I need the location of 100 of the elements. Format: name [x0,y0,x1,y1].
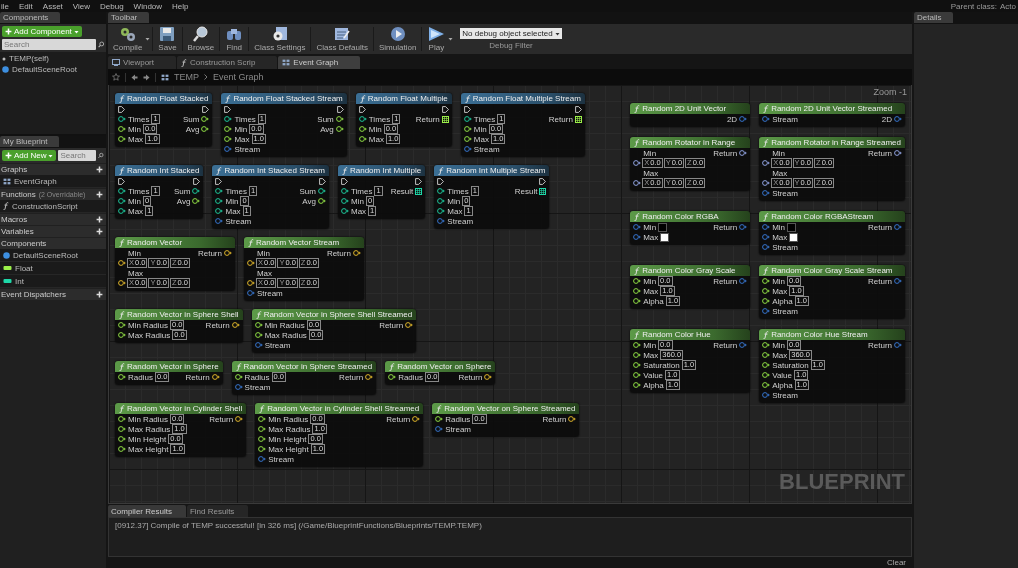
pin-icon[interactable] [211,374,220,380]
color-swatch[interactable] [787,222,797,232]
pin-icon[interactable] [762,362,771,368]
toolbar-button[interactable]: Browse [184,24,218,54]
menu-item[interactable]: View [72,1,91,11]
pin-icon[interactable] [365,374,374,380]
pin-icon[interactable] [358,126,367,132]
pin-icon[interactable] [234,374,243,380]
section-header[interactable]: Graphs [0,164,106,175]
pin-icon[interactable] [437,198,446,204]
panel-tab[interactable]: Details [914,12,954,23]
exec-pin-icon[interactable] [336,106,344,113]
exec-pin-icon[interactable] [358,106,366,113]
pin-icon[interactable] [118,416,126,422]
pin-icon[interactable] [358,116,367,122]
pin-icon[interactable] [254,332,263,338]
menu-item[interactable]: Debug [100,1,124,11]
pin-icon[interactable] [258,446,267,452]
pin-icon[interactable] [352,250,361,256]
pin-icon[interactable] [258,416,267,422]
exec-pin-icon[interactable] [202,106,210,113]
results-tab[interactable]: Compiler Results [108,505,186,517]
pin-icon[interactable] [437,188,446,194]
pin-icon[interactable] [258,436,267,442]
panel-tab[interactable]: Components [0,12,61,23]
exec-pin-icon[interactable] [224,106,232,113]
results-tab[interactable]: Find Results [186,505,249,517]
pin-icon[interactable] [633,159,642,166]
section-header[interactable]: Components [0,238,106,249]
graph-canvas[interactable] [108,85,912,504]
toolbar-button[interactable]: Find [222,24,247,54]
pin-icon[interactable] [246,259,255,266]
back-arrow-icon[interactable] [131,73,138,81]
graph-node[interactable]: Random Color RGBA Min Max Return [630,211,751,245]
pin-icon[interactable] [235,416,244,422]
pin-icon[interactable] [118,198,126,204]
grid-pin-icon[interactable] [539,187,547,195]
menu-item[interactable]: Asset [42,1,63,11]
pin-icon[interactable] [201,126,210,132]
color-swatch[interactable] [789,232,799,242]
pin-icon[interactable] [633,288,642,294]
clear-button[interactable]: Clear [880,558,912,567]
pin-icon[interactable] [633,352,642,358]
pin-icon[interactable] [358,136,367,142]
star-icon[interactable] [112,73,120,81]
pin-icon[interactable] [118,446,126,452]
exec-pin-icon[interactable] [118,106,125,113]
tree-item[interactable]: TEMP(self) [0,54,106,63]
pin-icon[interactable] [463,126,472,132]
pin-icon[interactable] [463,136,472,142]
plus-icon[interactable] [96,291,103,298]
pin-icon[interactable] [762,179,771,186]
pin-icon[interactable] [118,116,126,122]
pin-icon[interactable] [118,136,126,142]
exec-pin-icon[interactable] [539,178,547,185]
toolbar-button[interactable]: Simulation [376,24,420,54]
list-item[interactable]: EventGraph [0,175,106,188]
toolbar-button[interactable]: Class Defaults [313,24,371,54]
pin-icon[interactable] [463,116,472,122]
pin-icon[interactable] [215,208,224,214]
pin-icon[interactable] [894,150,902,156]
pin-icon[interactable] [762,278,771,284]
pin-icon[interactable] [341,188,349,194]
breadcrumb-item[interactable]: TEMP [174,72,199,82]
pin-icon[interactable] [435,416,444,422]
pin-icon[interactable] [633,362,642,368]
section-header[interactable]: Event Dispatchers [0,289,106,300]
grid-pin-icon[interactable] [441,115,449,123]
pin-icon[interactable] [201,116,210,122]
pin-icon[interactable] [633,298,642,304]
pin-icon[interactable] [633,342,642,348]
plus-icon[interactable] [96,216,103,223]
debug-dropdown[interactable]: No debug object selected [460,28,562,39]
exec-pin-icon[interactable] [341,178,348,185]
pin-icon[interactable] [258,426,267,432]
pin-icon[interactable] [118,322,126,328]
caret-icon[interactable] [554,31,560,36]
pin-icon[interactable] [335,126,344,132]
toolbar-button[interactable]: Play [424,24,449,54]
list-item[interactable]: Float [0,262,106,275]
toolbar-button[interactable]: Class Settings [251,24,309,54]
search-field[interactable]: Search [58,150,97,161]
panel-tab[interactable]: My Blueprint [0,136,60,147]
graph-node[interactable]: Random Color RGBAStream Min Max Stream Return [759,211,905,255]
pin-icon[interactable] [568,416,577,422]
pin-icon[interactable] [192,198,201,204]
pin-icon[interactable] [118,126,126,132]
menu-item[interactable]: Edit [19,1,33,11]
section-header[interactable]: Macros [0,214,106,225]
exec-pin-icon[interactable] [463,106,471,113]
exec-pin-icon[interactable] [118,178,125,185]
pin-icon[interactable] [341,208,349,214]
pin-icon[interactable] [118,279,126,286]
exec-pin-icon[interactable] [415,178,423,185]
pin-icon[interactable] [118,208,126,214]
menu-item[interactable]: Help [172,1,189,11]
pin-icon[interactable] [231,322,240,328]
list-item[interactable]: ConstructionScript [0,200,106,213]
pin-icon[interactable] [318,198,326,204]
pin-icon[interactable] [118,188,126,194]
